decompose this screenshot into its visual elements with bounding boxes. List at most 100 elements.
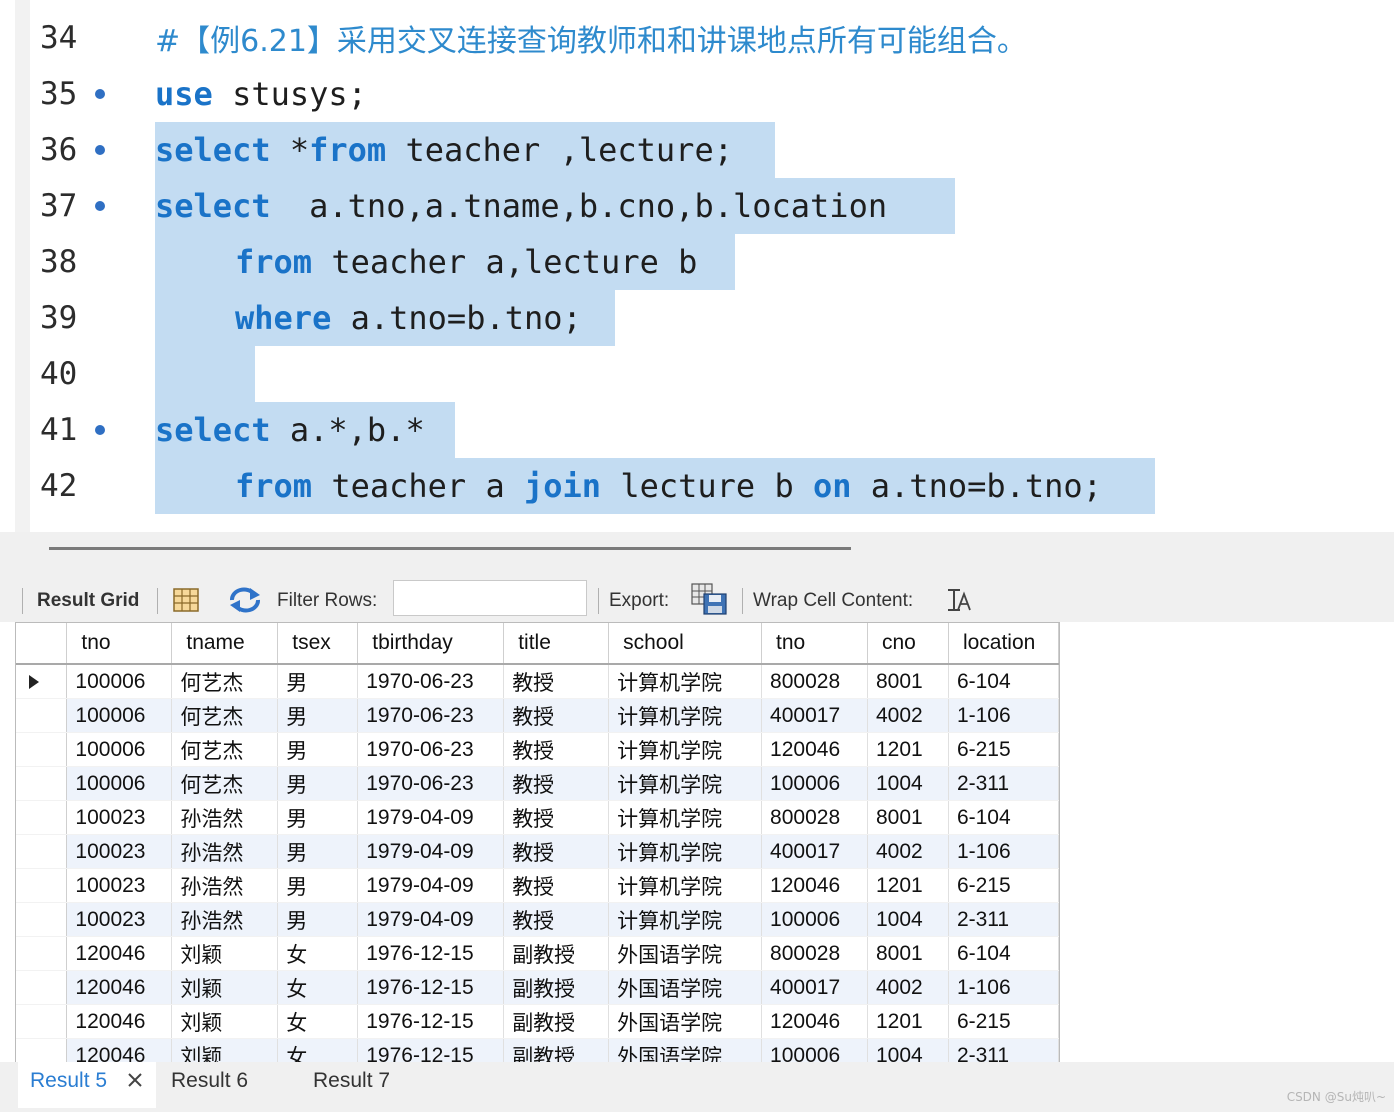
table-row[interactable]: 100023 孙浩然男 1979-04-09 教授 计算机学院 100006 1004 2-3… [16, 902, 1059, 937]
row-header[interactable] [16, 698, 68, 733]
statement-marker-icon[interactable] [95, 145, 105, 155]
table-cell[interactable]: 1970-06-23 [357, 732, 505, 767]
table-cell[interactable]: 教授 [503, 732, 610, 767]
tab-result-5[interactable]: Result 5 [30, 1068, 107, 1094]
table-cell[interactable]: 1976-12-15 [357, 1004, 505, 1039]
statement-marker-icon[interactable] [95, 425, 105, 435]
table-cell[interactable]: 8001 [867, 664, 949, 699]
column-header[interactable]: cno [867, 623, 949, 665]
table-cell[interactable]: 100006 [761, 766, 868, 801]
row-header[interactable] [16, 766, 68, 801]
column-header[interactable]: tno [66, 623, 173, 665]
table-cell[interactable]: 4002 [867, 970, 949, 1005]
table-cell[interactable]: 男 [277, 698, 359, 733]
row-header[interactable] [16, 970, 68, 1005]
table-cell[interactable]: 何艺杰 [171, 732, 279, 767]
table-cell[interactable]: 女 [277, 936, 359, 971]
table-cell[interactable]: 100023 [66, 868, 173, 903]
table-cell[interactable]: 外国语学院 [608, 1004, 763, 1039]
table-cell[interactable]: 教授 [503, 834, 610, 869]
table-cell[interactable]: 1201 [867, 732, 949, 767]
tab-result-7[interactable]: Result 7 [313, 1068, 390, 1094]
table-cell[interactable]: 孙浩然 [171, 834, 279, 869]
table-cell[interactable]: 120046 [66, 970, 173, 1005]
column-header[interactable]: school [608, 623, 763, 665]
table-cell[interactable]: 刘颖 [171, 936, 279, 971]
statement-marker-icon[interactable] [95, 89, 105, 99]
wrap-text-icon[interactable] [946, 588, 972, 616]
table-cell[interactable]: 女 [277, 1038, 359, 1062]
table-cell[interactable]: 副教授 [503, 1038, 610, 1062]
statement-marker-icon[interactable] [95, 201, 105, 211]
row-header[interactable] [16, 868, 68, 903]
table-cell[interactable]: 计算机学院 [608, 664, 763, 699]
filter-rows-input[interactable] [393, 580, 587, 616]
table-cell[interactable]: 100006 [66, 698, 173, 733]
table-cell[interactable]: 2-311 [948, 766, 1059, 801]
table-cell[interactable]: 1976-12-15 [357, 936, 505, 971]
table-cell[interactable]: 男 [277, 834, 359, 869]
table-cell[interactable]: 400017 [761, 970, 868, 1005]
tab-result-6[interactable]: Result 6 [171, 1068, 248, 1094]
table-cell[interactable]: 计算机学院 [608, 800, 763, 835]
table-cell[interactable]: 1-106 [948, 970, 1059, 1005]
table-cell[interactable]: 教授 [503, 698, 610, 733]
table-cell[interactable]: 4002 [867, 834, 949, 869]
table-cell[interactable]: 6-104 [948, 800, 1059, 835]
table-row[interactable]: 100006 何艺杰男 1970-06-23 教授 计算机学院 100006 1004 2-3… [16, 766, 1059, 801]
table-cell[interactable]: 8001 [867, 936, 949, 971]
table-row[interactable]: 120046 刘颖女 1976-12-15 副教授 外国语学院 800028 8001 6-1… [16, 936, 1059, 971]
table-cell[interactable]: 800028 [761, 800, 868, 835]
table-cell[interactable]: 1979-04-09 [357, 800, 505, 835]
row-header[interactable] [16, 902, 68, 937]
panel-splitter[interactable] [0, 532, 1394, 578]
table-cell[interactable]: 100006 [761, 902, 868, 937]
table-cell[interactable]: 女 [277, 970, 359, 1005]
table-cell[interactable]: 计算机学院 [608, 868, 763, 903]
table-cell[interactable]: 1004 [867, 766, 949, 801]
table-cell[interactable]: 100006 [66, 766, 173, 801]
table-cell[interactable]: 计算机学院 [608, 732, 763, 767]
table-row[interactable]: 100023 孙浩然男 1979-04-09 教授 计算机学院 120046 1201 6-2… [16, 868, 1059, 903]
column-header[interactable]: location [948, 623, 1059, 665]
table-cell[interactable]: 100023 [66, 800, 173, 835]
table-cell[interactable]: 100006 [66, 732, 173, 767]
table-cell[interactable]: 8001 [867, 800, 949, 835]
table-cell[interactable]: 男 [277, 766, 359, 801]
table-row[interactable]: 100023 孙浩然男 1979-04-09 教授 计算机学院 800028 8001 6-1… [16, 800, 1059, 835]
row-header[interactable] [16, 1004, 68, 1039]
table-cell[interactable]: 教授 [503, 868, 610, 903]
table-cell[interactable]: 120046 [66, 1004, 173, 1039]
table-row[interactable]: 100006 何艺杰男 1970-06-23 教授 计算机学院 800028 8001 6-1… [16, 664, 1059, 699]
code-line-37[interactable]: 37 select a.tno,a.tname,b.cno,b.location [15, 178, 1394, 234]
table-cell[interactable]: 120046 [761, 732, 868, 767]
row-header[interactable] [16, 800, 68, 835]
code-line-41[interactable]: 41 select a.*,b.* [15, 402, 1394, 458]
table-cell[interactable]: 计算机学院 [608, 902, 763, 937]
table-cell[interactable]: 1201 [867, 868, 949, 903]
table-cell[interactable]: 6-215 [948, 1004, 1059, 1039]
sql-editor[interactable]: 34 #【例6.21】采用交叉连接查询教师和和讲课地点所有可能组合。 35 us… [15, 0, 1394, 532]
table-cell[interactable]: 外国语学院 [608, 970, 763, 1005]
row-header[interactable] [16, 732, 68, 767]
table-cell[interactable]: 孙浩然 [171, 868, 279, 903]
table-row[interactable]: 120046 刘颖女 1976-12-15 副教授 外国语学院 100006 1004 2-3… [16, 1038, 1059, 1062]
table-cell[interactable]: 1201 [867, 1004, 949, 1039]
table-cell[interactable]: 教授 [503, 800, 610, 835]
table-cell[interactable]: 400017 [761, 698, 868, 733]
column-header[interactable]: title [503, 623, 610, 665]
table-cell[interactable]: 100006 [761, 1038, 868, 1062]
row-header[interactable] [16, 1038, 68, 1062]
result-grid-button[interactable]: Result Grid [37, 590, 139, 612]
row-header[interactable] [16, 664, 68, 699]
column-header[interactable]: tsex [277, 623, 359, 665]
table-cell[interactable]: 计算机学院 [608, 766, 763, 801]
table-cell[interactable]: 男 [277, 902, 359, 937]
refresh-icon[interactable] [228, 586, 262, 618]
table-cell[interactable]: 4002 [867, 698, 949, 733]
table-cell[interactable]: 副教授 [503, 936, 610, 971]
code-line-40[interactable]: 40 [15, 346, 1394, 402]
column-header[interactable]: tbirthday [357, 623, 505, 665]
table-cell[interactable]: 100006 [66, 664, 173, 699]
column-header[interactable]: tno [761, 623, 868, 665]
